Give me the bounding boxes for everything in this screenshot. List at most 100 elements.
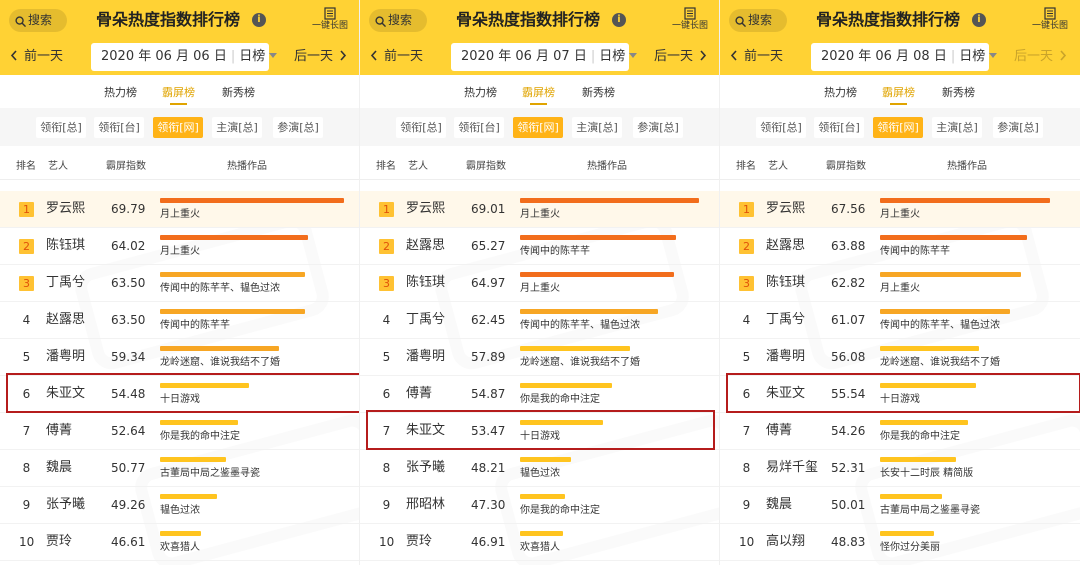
filter-chip[interactable]: 领衔[总]	[396, 117, 446, 138]
long-image-button[interactable]: 一键长图	[665, 7, 715, 32]
prev-day-button[interactable]: 前一天	[730, 48, 783, 66]
artist-name[interactable]: 潘粤明	[766, 348, 805, 366]
date-selector[interactable]: 2020 年 06 月 07 日 | 日榜	[451, 43, 638, 71]
table-row[interactable]: 7 傅菁 54.26 你是我的命中注定	[720, 413, 1080, 450]
artist-name[interactable]: 潘粤明	[46, 348, 85, 366]
table-row[interactable]: 1 罗云熙 69.01 月上重火	[360, 191, 720, 228]
table-row[interactable]: 4 赵露思 63.50 传闻中的陈芊芊	[0, 302, 360, 339]
table-row[interactable]: 4 丁禹兮 62.45 传闻中的陈芊芊、韫色过浓	[360, 302, 720, 339]
table-row[interactable]: 9 邢昭林 47.30 你是我的命中注定	[360, 487, 720, 524]
filter-chip[interactable]: 主演[总]	[572, 117, 622, 138]
artist-name[interactable]: 罗云熙	[766, 200, 805, 218]
long-image-button[interactable]: 一键长图	[1025, 7, 1075, 32]
date-selector[interactable]: 2020 年 06 月 08 日 | 日榜	[811, 43, 998, 71]
prev-day-button[interactable]: 前一天	[370, 48, 423, 66]
artist-name[interactable]: 罗云熙	[406, 200, 445, 218]
table-row[interactable]: 10 贾玲 46.91 欢喜猎人	[360, 524, 720, 561]
tab-0[interactable]: 热力榜	[464, 85, 497, 101]
tab-0[interactable]: 热力榜	[104, 85, 137, 101]
tab-0[interactable]: 热力榜	[824, 85, 857, 101]
info-icon[interactable]: i	[972, 13, 986, 27]
table-row[interactable]: 1 罗云熙 69.79 月上重火	[0, 191, 360, 228]
tab-1[interactable]: 霸屏榜	[162, 85, 195, 105]
table-row[interactable]: 2 赵露思 65.27 传闻中的陈芊芊	[360, 228, 720, 265]
table-row[interactable]: 2 陈钰琪 64.02 月上重火	[0, 228, 360, 265]
search-button[interactable]: 搜索	[369, 9, 427, 32]
table-row[interactable]: 9 张予曦 49.26 韫色过浓	[0, 487, 360, 524]
artist-name[interactable]: 赵露思	[766, 237, 805, 255]
search-button[interactable]: 搜索	[729, 9, 787, 32]
period-select[interactable]: 日榜	[239, 49, 265, 64]
period-select[interactable]: 日榜	[599, 49, 625, 64]
filter-chip[interactable]: 参演[总]	[633, 117, 683, 138]
artist-name[interactable]: 丁禹兮	[46, 274, 85, 292]
artist-name[interactable]: 傅菁	[46, 422, 72, 440]
table-row[interactable]: 6 傅菁 54.87 你是我的命中注定	[360, 376, 720, 413]
artist-name[interactable]: 丁禹兮	[766, 311, 805, 329]
artist-name[interactable]: 张予曦	[406, 459, 445, 477]
works-label: 龙岭迷窟、谁说我结不了婚	[520, 357, 640, 368]
table-row[interactable]: 8 易烊千玺 52.31 长安十二时辰 精简版	[720, 450, 1080, 487]
filter-chip[interactable]: 领衔[总]	[756, 117, 806, 138]
filter-chip[interactable]: 领衔[台]	[94, 117, 144, 138]
long-image-button[interactable]: 一键长图	[305, 7, 355, 32]
table-row[interactable]: 8 魏晨 50.77 古董局中局之鉴墨寻瓷	[0, 450, 360, 487]
tab-1[interactable]: 霸屏榜	[882, 85, 915, 105]
artist-name[interactable]: 高以翔	[766, 533, 805, 551]
table-row[interactable]: 7 傅菁 52.64 你是我的命中注定	[0, 413, 360, 450]
artist-name[interactable]: 贾玲	[406, 533, 432, 551]
filter-chip[interactable]: 领衔[台]	[454, 117, 504, 138]
filter-chip[interactable]: 领衔[网]	[153, 117, 203, 138]
table-row[interactable]: 3 陈钰琪 62.82 月上重火	[720, 265, 1080, 302]
table-row[interactable]: 9 魏晨 50.01 古董局中局之鉴墨寻瓷	[720, 487, 1080, 524]
table-row[interactable]: 5 潘粤明 59.34 龙岭迷窟、谁说我结不了婚	[0, 339, 360, 376]
table-row[interactable]: 4 丁禹兮 61.07 传闻中的陈芊芊、韫色过浓	[720, 302, 1080, 339]
info-icon[interactable]: i	[252, 13, 266, 27]
artist-name[interactable]: 邢昭林	[406, 496, 445, 514]
tab-1[interactable]: 霸屏榜	[522, 85, 555, 105]
table-row[interactable]: 3 陈钰琪 64.97 月上重火	[360, 265, 720, 302]
filter-chip[interactable]: 领衔[网]	[873, 117, 923, 138]
filter-chip[interactable]: 主演[总]	[212, 117, 262, 138]
table-row[interactable]: 10 贾玲 46.61 欢喜猎人	[0, 524, 360, 561]
table-row[interactable]: 8 张予曦 48.21 韫色过浓	[360, 450, 720, 487]
artist-name[interactable]: 潘粤明	[406, 348, 445, 366]
artist-name[interactable]: 魏晨	[46, 459, 72, 477]
search-button[interactable]: 搜索	[9, 9, 67, 32]
artist-name[interactable]: 罗云熙	[46, 200, 85, 218]
artist-name[interactable]: 张予曦	[46, 496, 85, 514]
artist-name[interactable]: 丁禹兮	[406, 311, 445, 329]
table-row[interactable]: 1 罗云熙 67.56 月上重火	[720, 191, 1080, 228]
artist-name[interactable]: 魏晨	[766, 496, 792, 514]
artist-name[interactable]: 贾玲	[46, 533, 72, 551]
period-select[interactable]: 日榜	[959, 49, 985, 64]
table-row[interactable]: 5 潘粤明 57.89 龙岭迷窟、谁说我结不了婚	[360, 339, 720, 376]
tab-2[interactable]: 新秀榜	[942, 85, 975, 101]
table-row[interactable]: 10 高以翔 48.83 怪你过分美丽	[720, 524, 1080, 561]
prev-day-button[interactable]: 前一天	[10, 48, 63, 66]
next-day-button[interactable]: 后一天	[1014, 48, 1067, 66]
artist-name[interactable]: 傅菁	[406, 385, 432, 403]
filter-chip[interactable]: 参演[总]	[993, 117, 1043, 138]
artist-name[interactable]: 陈钰琪	[46, 237, 85, 255]
table-row[interactable]: 2 赵露思 63.88 传闻中的陈芊芊	[720, 228, 1080, 265]
artist-name[interactable]: 陈钰琪	[766, 274, 805, 292]
tab-2[interactable]: 新秀榜	[582, 85, 615, 101]
filter-chip[interactable]: 参演[总]	[273, 117, 323, 138]
tab-2[interactable]: 新秀榜	[222, 85, 255, 101]
next-day-button[interactable]: 后一天	[294, 48, 347, 66]
info-icon[interactable]: i	[612, 13, 626, 27]
filter-chip[interactable]: 主演[总]	[932, 117, 982, 138]
artist-name[interactable]: 赵露思	[46, 311, 85, 329]
date-selector[interactable]: 2020 年 06 月 06 日 | 日榜	[91, 43, 278, 71]
next-day-button[interactable]: 后一天	[654, 48, 707, 66]
artist-name[interactable]: 赵露思	[406, 237, 445, 255]
table-row[interactable]: 3 丁禹兮 63.50 传闻中的陈芊芊、韫色过浓	[0, 265, 360, 302]
artist-name[interactable]: 陈钰琪	[406, 274, 445, 292]
filter-chip[interactable]: 领衔[总]	[36, 117, 86, 138]
artist-name[interactable]: 傅菁	[766, 422, 792, 440]
filter-chip[interactable]: 领衔[网]	[513, 117, 563, 138]
table-row[interactable]: 5 潘粤明 56.08 龙岭迷窟、谁说我结不了婚	[720, 339, 1080, 376]
filter-chip[interactable]: 领衔[台]	[814, 117, 864, 138]
artist-name[interactable]: 易烊千玺	[766, 459, 818, 477]
